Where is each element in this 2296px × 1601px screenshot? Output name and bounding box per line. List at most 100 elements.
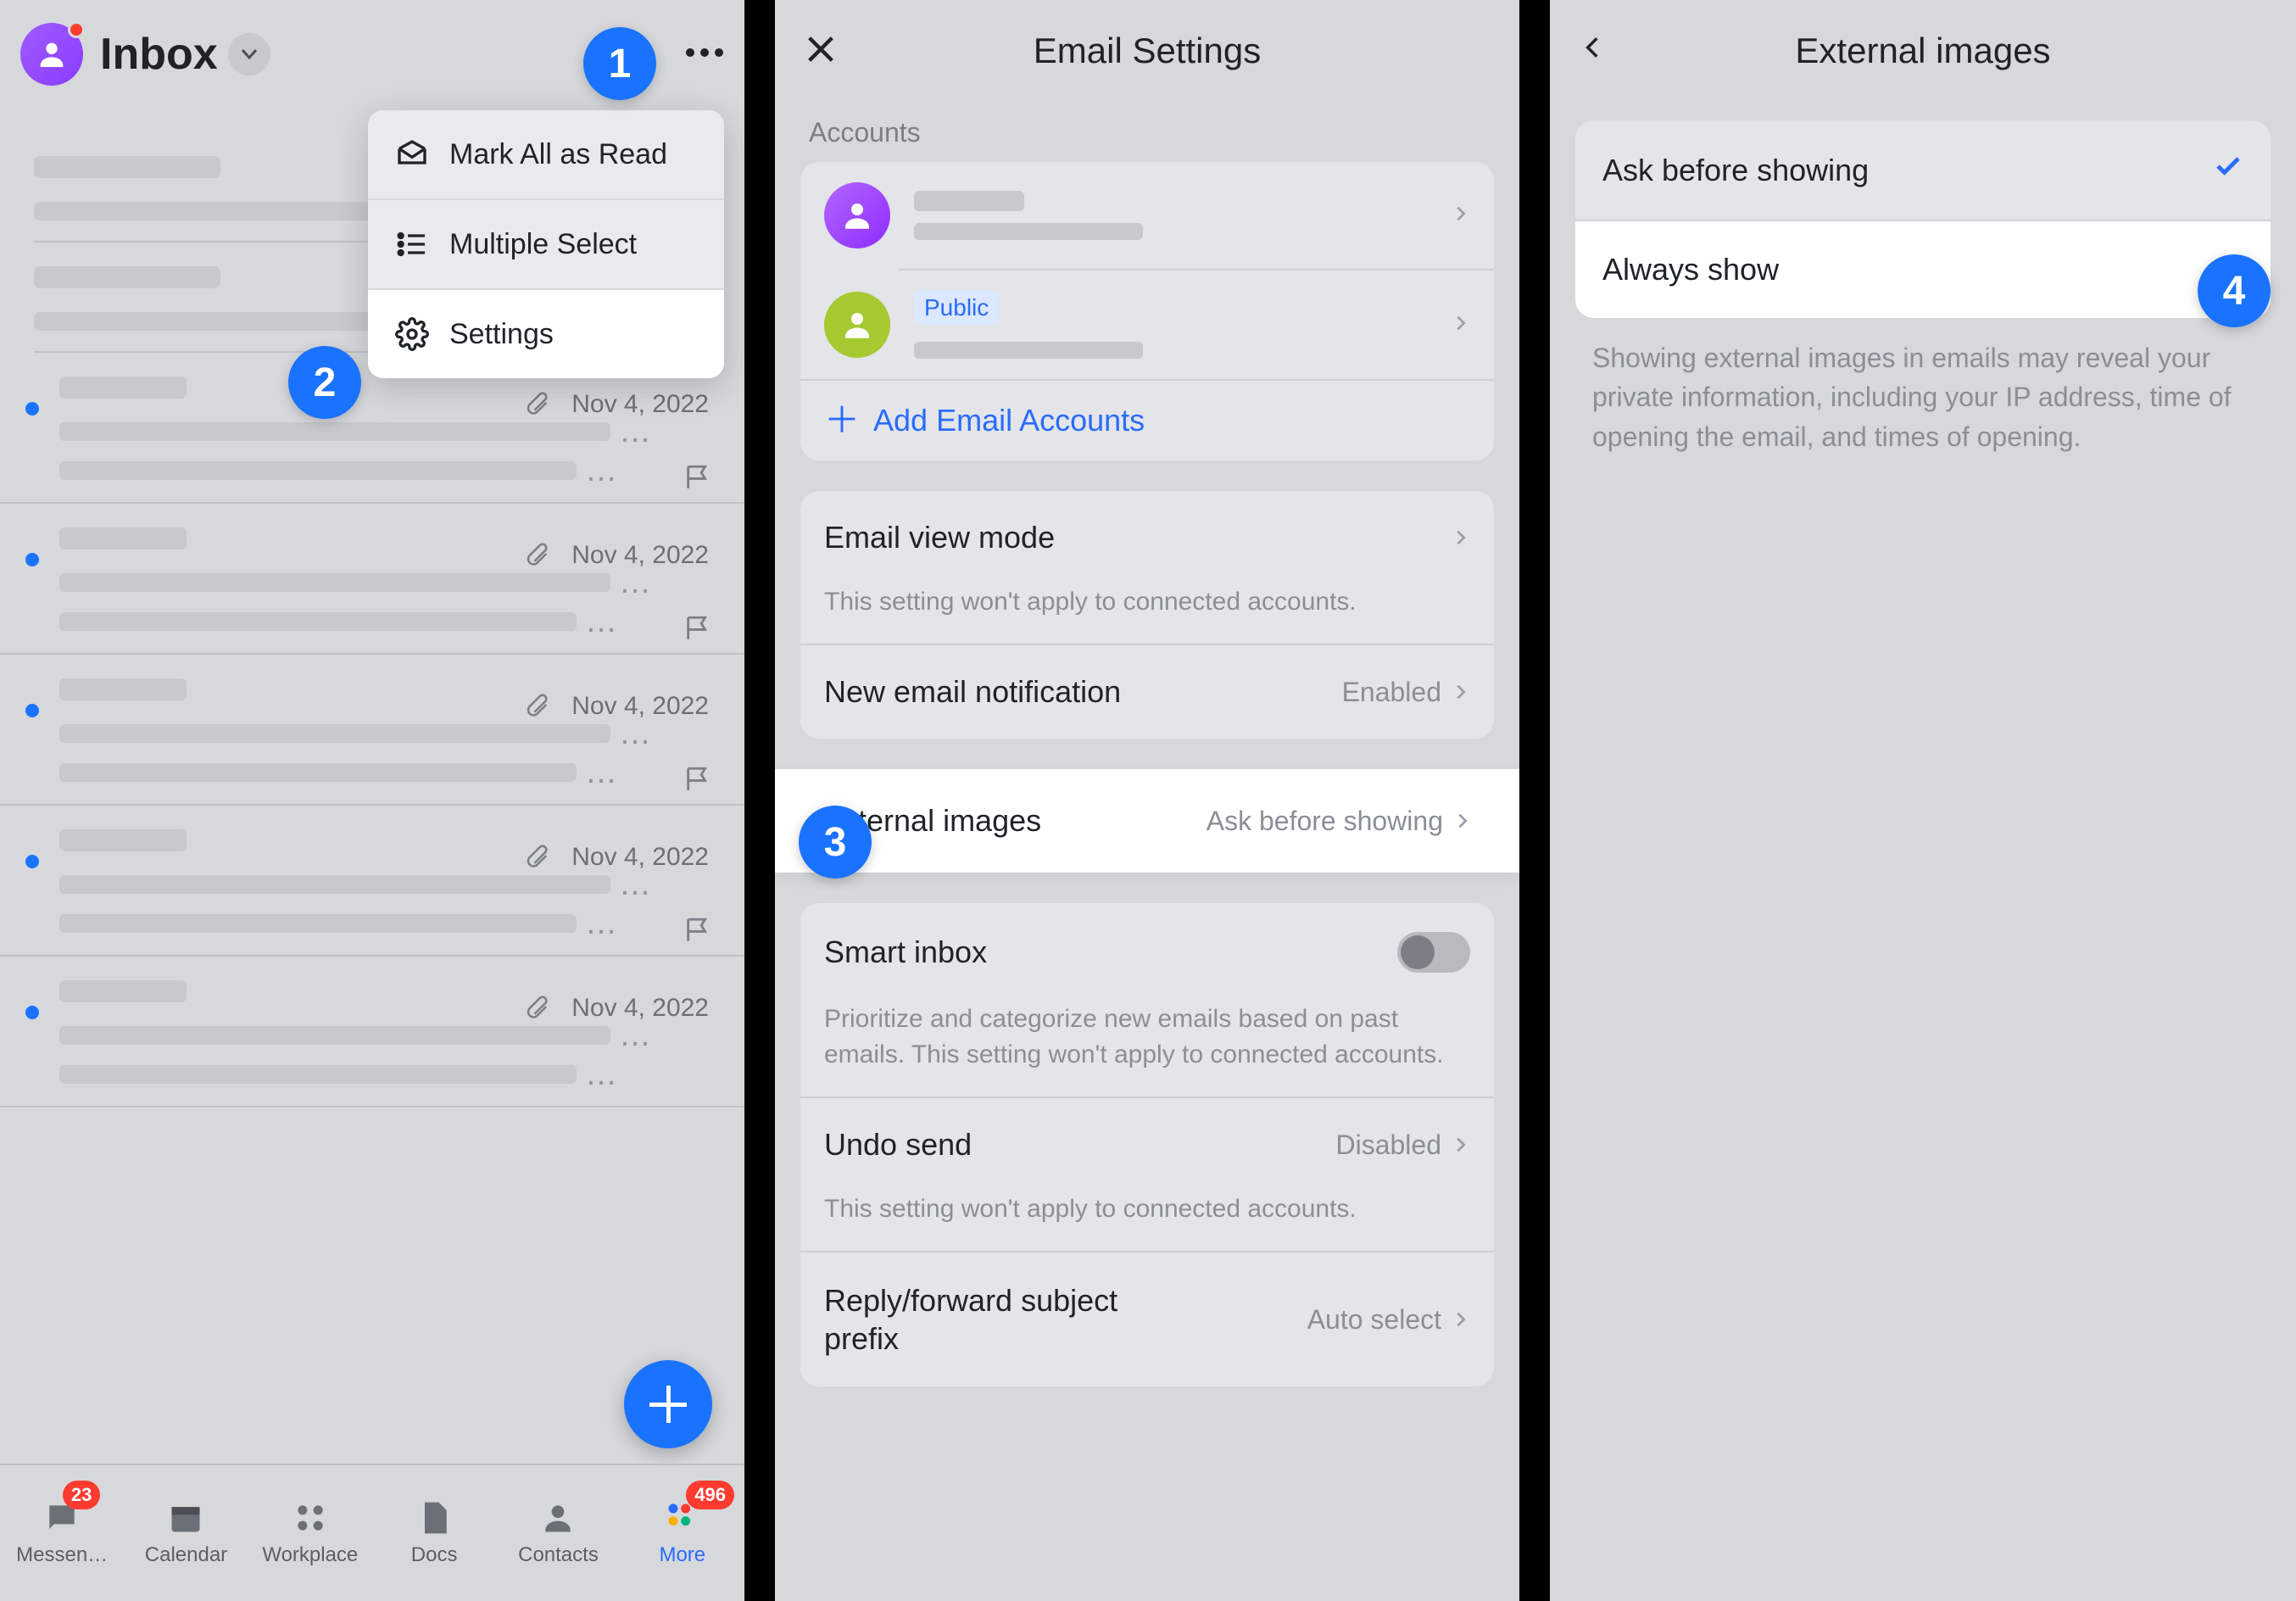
screen-inbox: Inbox (0, 0, 744, 1601)
row-subtext: Prioritize and categorize new emails bas… (800, 1001, 1494, 1096)
row-external-images[interactable]: External images Ask before showing (775, 769, 1519, 873)
chevron-right-icon (1452, 1130, 1470, 1161)
external-images-note: Showing external images in emails may re… (1550, 318, 2296, 477)
chevron-right-icon (1452, 204, 1470, 227)
unread-dot-icon (25, 1006, 39, 1019)
menu-label: Settings (449, 318, 554, 351)
option-ask-before-showing[interactable]: Ask before showing (1575, 120, 2271, 220)
option-always-show[interactable]: Always show (1575, 221, 2271, 318)
check-icon (2213, 151, 2243, 189)
mail-item[interactable]: Nov 4, 2022 (0, 806, 744, 957)
chevron-right-icon (1452, 522, 1470, 554)
menu-label: Mark All as Read (449, 138, 667, 171)
tab-calendar[interactable]: Calendar (124, 1465, 248, 1601)
screen-email-settings: Email Settings Accounts Public ＋ Add (775, 0, 1519, 1601)
avatar-icon (824, 182, 890, 248)
compose-fab[interactable] (624, 1360, 712, 1448)
row-smart-inbox[interactable]: Smart inbox (800, 903, 1494, 1001)
row-undo-send[interactable]: Undo send Disabled (800, 1098, 1494, 1191)
close-icon[interactable] (804, 32, 838, 70)
tab-docs[interactable]: Docs (372, 1465, 496, 1601)
row-subtext: This setting won't apply to connected ac… (800, 584, 1494, 644)
step-badge-1: 1 (583, 27, 656, 100)
section-label-accounts: Accounts (775, 102, 1519, 162)
flag-icon[interactable] (683, 765, 712, 798)
step-badge-3: 3 (799, 806, 872, 879)
chevron-right-icon (1452, 1304, 1470, 1336)
back-icon[interactable] (1579, 34, 1606, 65)
row-label: New email notification (824, 674, 1121, 710)
mail-item[interactable]: Nov 4, 2022 (0, 957, 744, 1107)
notification-dot-icon (68, 21, 85, 38)
tab-label: Contacts (518, 1543, 599, 1567)
row-email-view-mode[interactable]: Email view mode (800, 491, 1494, 584)
tab-label: More (659, 1543, 705, 1567)
attachment-icon (524, 390, 549, 420)
flag-icon[interactable] (683, 614, 712, 647)
menu-multiple-select[interactable]: Multiple Select (368, 200, 724, 288)
tab-messenger[interactable]: 23 Messen… (0, 1465, 124, 1601)
settings-header: Email Settings (775, 0, 1519, 102)
attachment-icon (524, 994, 549, 1024)
mail-item[interactable]: Nov 4, 2022 (0, 504, 744, 655)
row-label: Email view mode (824, 520, 1055, 555)
settings-card-view: Email view mode This setting won't apply… (800, 491, 1494, 739)
row-label: Undo send (824, 1127, 972, 1163)
inbox-title[interactable]: Inbox (100, 29, 218, 80)
row-label: Reply/forward subject prefix (824, 1281, 1180, 1358)
row-reply-prefix[interactable]: Reply/forward subject prefix Auto select (800, 1252, 1494, 1386)
placeholder-line (34, 266, 220, 288)
unread-dot-icon (25, 704, 39, 717)
settings-card-smart: Smart inbox Prioritize and categorize ne… (800, 903, 1494, 1386)
flag-icon[interactable] (683, 916, 712, 949)
tab-label: Docs (411, 1543, 458, 1567)
add-email-accounts[interactable]: ＋ Add Email Accounts (800, 381, 1494, 460)
menu-settings[interactable]: Settings (368, 290, 724, 378)
row-subtext: This setting won't apply to connected ac… (800, 1191, 1494, 1251)
unread-dot-icon (25, 855, 39, 868)
row-value: Disabled (1335, 1130, 1441, 1161)
toggle-smart-inbox[interactable] (1397, 932, 1470, 973)
account-row[interactable] (800, 162, 1494, 269)
row-new-email-notification[interactable]: New email notification Enabled (800, 645, 1494, 739)
placeholder-line (34, 156, 220, 178)
mail-item[interactable]: Nov 4, 2022 (0, 655, 744, 806)
step-badge-4: 4 (2198, 254, 2271, 327)
chevron-right-icon (1452, 677, 1470, 708)
chevron-right-icon (1453, 806, 1472, 837)
public-badge: Public (914, 291, 999, 325)
step-badge-2: 2 (288, 346, 361, 419)
menu-label: Multiple Select (449, 228, 637, 261)
flag-icon[interactable] (683, 463, 712, 496)
tab-contacts[interactable]: Contacts (496, 1465, 620, 1601)
account-avatar[interactable] (20, 23, 83, 86)
chevron-right-icon (1452, 314, 1470, 337)
options-card: Ask before showing Always show (1575, 120, 2271, 318)
tab-label: Calendar (145, 1543, 227, 1567)
add-label: Add Email Accounts (873, 403, 1145, 438)
attachment-icon (524, 541, 549, 571)
avatar-icon (824, 292, 890, 358)
unread-dot-icon (25, 402, 39, 416)
badge: 23 (63, 1481, 100, 1509)
external-images-header: External images (1550, 0, 2296, 102)
account-row[interactable]: Public (800, 271, 1494, 379)
unread-dot-icon (25, 553, 39, 566)
row-value: Auto select (1307, 1304, 1441, 1336)
tab-workplace[interactable]: Workplace (248, 1465, 372, 1601)
accounts-card: Public ＋ Add Email Accounts (800, 162, 1494, 460)
badge: 496 (686, 1481, 734, 1509)
overflow-menu: Mark All as Read Multiple Select Setting… (368, 110, 724, 378)
inbox-dropdown[interactable] (228, 33, 270, 75)
menu-mark-all-read[interactable]: Mark All as Read (368, 110, 724, 198)
row-value: Enabled (1342, 677, 1441, 708)
tab-label: Messen… (16, 1543, 108, 1567)
option-label: Always show (1602, 252, 1779, 287)
page-title: External images (1795, 31, 2050, 71)
tab-label: Workplace (262, 1543, 358, 1567)
placeholder-line (59, 377, 187, 399)
option-label: Ask before showing (1602, 153, 1869, 188)
more-icon[interactable] (685, 47, 724, 62)
row-label: Smart inbox (824, 934, 987, 970)
tab-more[interactable]: 496 More (621, 1465, 744, 1601)
